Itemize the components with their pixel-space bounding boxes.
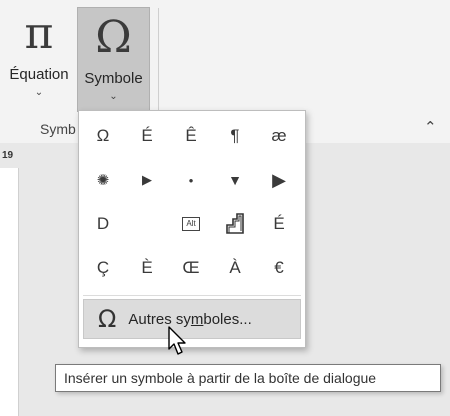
symbol-cell[interactable]: À — [215, 249, 255, 287]
tooltip: Insérer un symbole à partir de la boîte … — [55, 364, 441, 392]
accelerator-key: m — [190, 310, 204, 328]
symbol-glyph: ¶ — [230, 126, 240, 145]
symbol-cell[interactable]: ▼ — [215, 161, 255, 199]
symbol-cell[interactable]: ▶ — [259, 161, 299, 199]
symbol-cell[interactable] — [215, 205, 255, 243]
symbol-glyph: ✺ — [96, 172, 110, 189]
collapse-ribbon-icon[interactable]: ⌃ — [424, 118, 437, 136]
symbol-glyph: ▶ — [272, 169, 286, 190]
label-part: boles... — [203, 310, 252, 328]
symbol-glyph: Œ — [182, 258, 200, 277]
stair-symbol-icon — [226, 213, 244, 234]
symbol-cell[interactable]: Ê — [171, 117, 211, 155]
omega-icon: Ω — [95, 12, 132, 63]
symbol-glyph: ▶ — [142, 172, 152, 187]
symbol-glyph: È — [141, 258, 153, 277]
chevron-down-icon: ⌄ — [34, 87, 44, 98]
symbol-cell[interactable]: ¶ — [215, 117, 255, 155]
mouse-cursor-icon — [168, 326, 186, 355]
symbol-cell[interactable]: æ — [259, 117, 299, 155]
symbol-cell[interactable]: Ω — [83, 117, 123, 155]
equation-button[interactable]: π Équation ⌄ — [2, 4, 76, 110]
symbol-dropdown: Ω É Ê ¶ æ ✺ ▶ • ▼ ▶ D Alt É Ç È Œ À € Ω … — [78, 110, 306, 348]
ruler-number: 19 — [2, 150, 14, 161]
symbol-button[interactable]: Ω Symbole ⌄ — [77, 7, 150, 112]
omega-icon: Ω — [98, 305, 117, 333]
symbol-cell[interactable]: Œ — [171, 249, 211, 287]
symbol-glyph: À — [229, 258, 241, 277]
chevron-down-icon: ⌄ — [109, 91, 118, 102]
symbol-cell[interactable]: ✺ — [83, 161, 123, 199]
symbol-cell[interactable]: • — [171, 161, 211, 199]
symbol-glyph: æ — [271, 126, 287, 145]
symbol-glyph: Ω — [96, 126, 110, 145]
label-part: Autres sy — [128, 310, 191, 328]
equation-label: Équation — [9, 66, 69, 83]
symbol-cell[interactable]: Alt — [171, 205, 211, 243]
symbol-cell[interactable]: È — [127, 249, 167, 287]
symbol-glyph: • — [188, 172, 194, 188]
symbol-glyph: Ê — [185, 126, 197, 145]
panel-divider — [83, 295, 301, 296]
symbol-glyph: € — [274, 258, 284, 277]
symbol-label: Symbole — [84, 70, 143, 87]
symbol-cell[interactable] — [127, 205, 167, 243]
symbol-glyph: É — [141, 126, 153, 145]
symbol-glyph: Ç — [96, 258, 110, 277]
pi-icon: π — [24, 8, 54, 59]
alt-key-icon: Alt — [182, 217, 200, 231]
more-symbols-button[interactable]: Ω Autres symboles... — [83, 299, 301, 339]
symbol-cell[interactable]: É — [259, 205, 299, 243]
symbol-cell[interactable]: Ç — [83, 249, 123, 287]
more-symbols-label: Autres symboles... — [128, 311, 251, 328]
symbol-grid: Ω É Ê ¶ æ ✺ ▶ • ▼ ▶ D Alt É Ç È Œ À € — [83, 117, 301, 291]
document-page[interactable] — [0, 168, 19, 416]
alt-key-label: Alt — [186, 219, 196, 228]
symbol-cell[interactable]: É — [127, 117, 167, 155]
symbol-cell[interactable]: D — [83, 205, 123, 243]
group-label: Symb — [40, 121, 76, 137]
symbol-glyph: É — [273, 214, 285, 233]
symbol-cell[interactable]: ▶ — [127, 161, 167, 199]
symbol-glyph: ▼ — [228, 172, 242, 188]
symbol-cell[interactable]: € — [259, 249, 299, 287]
symbol-glyph: D — [96, 214, 110, 233]
